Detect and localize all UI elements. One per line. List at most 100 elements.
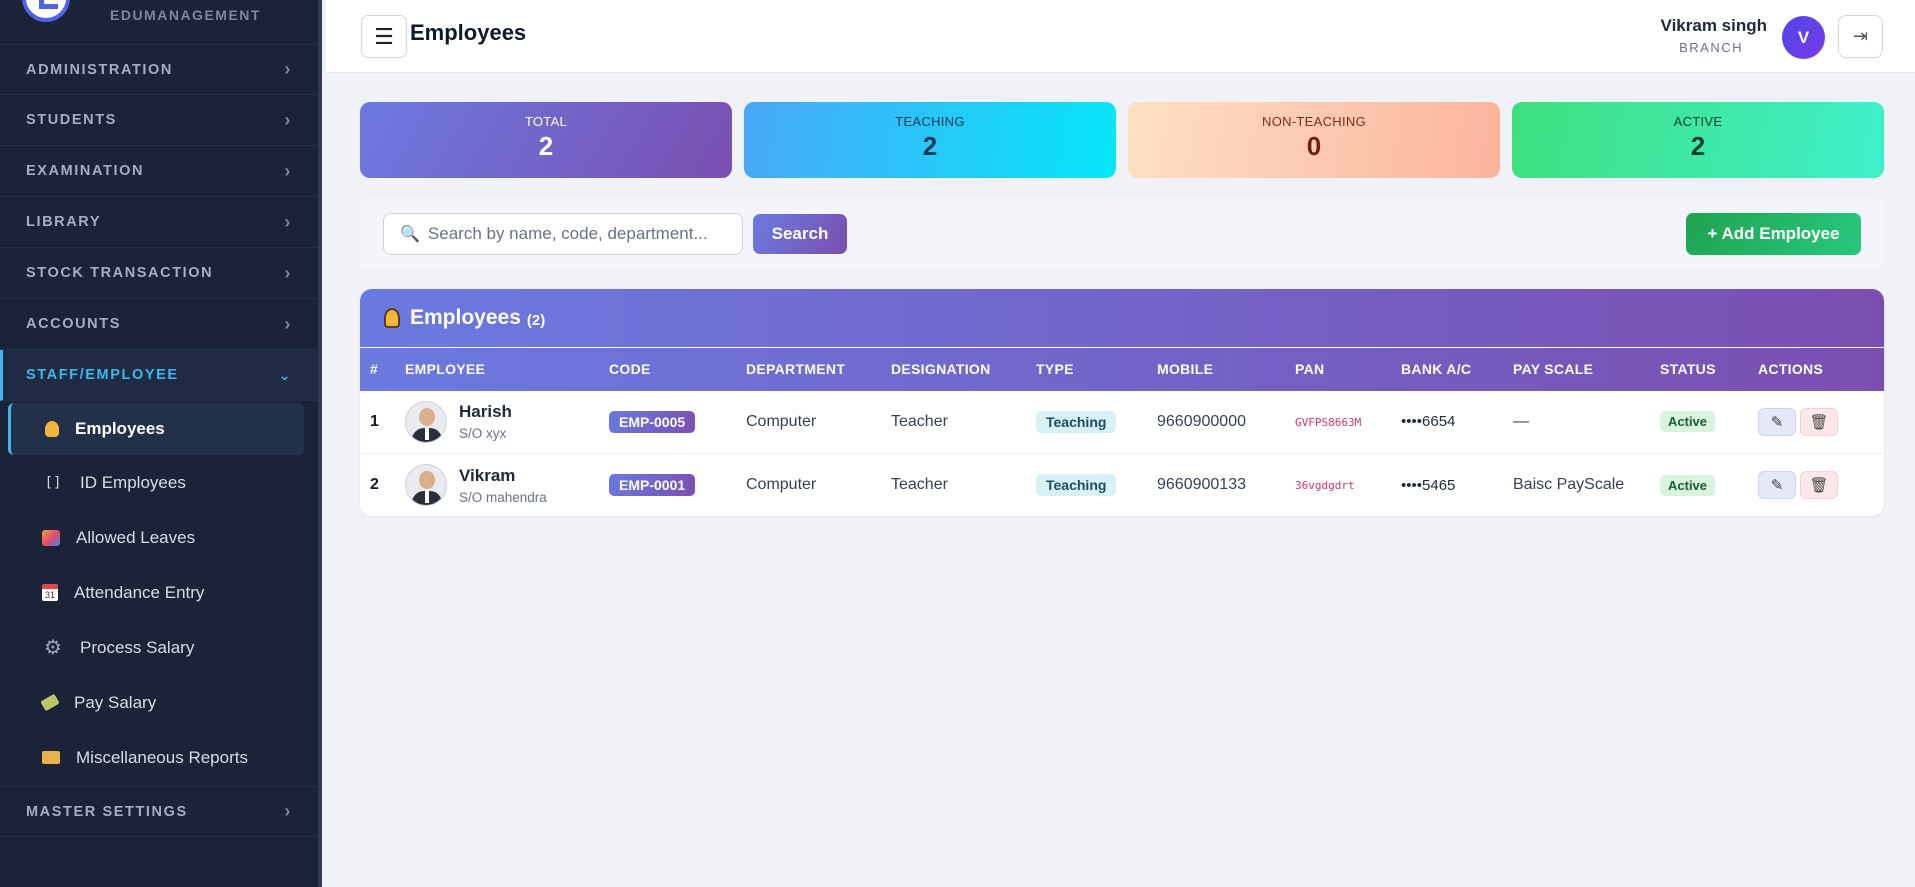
code-cell: EMP-0001 <box>599 454 736 517</box>
top-header: ☰ Employees Vikram singh BRANCH V ⇥ <box>326 0 1915 73</box>
sidebar-item-allowed-leaves[interactable]: Allowed Leaves <box>0 510 318 565</box>
chevron-right-icon: › <box>284 59 292 79</box>
stat-value: 0 <box>1306 131 1322 161</box>
delete-button[interactable]: 🗑 <box>1800 407 1838 436</box>
employee-icon <box>384 308 400 328</box>
stat-label: TOTAL <box>524 114 568 129</box>
stat-label: NON-TEACHING <box>1262 114 1366 129</box>
pan-value: 36vgdgdrt <box>1295 479 1355 492</box>
department-cell: Computer <box>746 412 817 430</box>
type-cell: Teaching <box>1026 391 1147 454</box>
employee-photo <box>405 400 447 443</box>
sidebar-section-examination[interactable]: EXAMINATION › <box>0 146 318 197</box>
table-header-row: # EMPLOYEE CODE DEPARTMENT DESIGNATION T… <box>360 347 1884 391</box>
sidebar-section-label: STOCK TRANSACTION <box>26 265 214 281</box>
column-header: ACTIONS <box>1758 361 1824 378</box>
sidebar-section-master-settings[interactable]: MASTER SETTINGS › <box>0 786 318 837</box>
pan-cell: 36vgdgdrt <box>1285 454 1391 517</box>
table-row[interactable]: 1 Harish S/O xyx EMP-0005 Computer Teach… <box>360 391 1884 454</box>
trash-icon: 🗑 <box>1809 477 1829 494</box>
sidebar-item-label: Process Salary <box>80 637 195 657</box>
sidebar-section-staff-employee[interactable]: STAFF/EMPLOYEE ⌄ <box>0 350 318 401</box>
employee-name: Harish <box>459 402 512 422</box>
pan-cell: GVFPS8663M <box>1285 391 1391 454</box>
edit-button[interactable]: ✎ <box>1758 471 1796 499</box>
row-number: 1 <box>370 412 379 430</box>
table-count: (2) <box>526 311 546 329</box>
brand-logo[interactable] <box>22 0 70 22</box>
actions-cell: ✎ 🗑 <box>1748 391 1884 454</box>
stat-card-non-teaching: NON-TEACHING 0 <box>1128 102 1500 178</box>
sidebar-section-library[interactable]: LIBRARY › <box>0 197 318 248</box>
employees-table: # EMPLOYEE CODE DEPARTMENT DESIGNATION T… <box>360 347 1884 516</box>
picture-icon <box>42 529 60 546</box>
status-badge: Active <box>1660 411 1716 433</box>
sidebar-item-employees[interactable]: Employees <box>8 403 304 455</box>
column-header: # <box>370 361 379 378</box>
add-employee-button[interactable]: + Add Employee <box>1686 213 1861 255</box>
mobile-cell: 9660900000 <box>1157 412 1246 430</box>
code-cell: EMP-0005 <box>599 391 736 454</box>
stat-label: TEACHING <box>895 114 965 129</box>
calendar-icon: 31 <box>42 584 58 601</box>
hamburger-icon: ☰ <box>374 23 394 49</box>
table-card-header: Employees (2) <box>360 289 1884 347</box>
bank-cell: ••••6654 <box>1401 413 1456 431</box>
sidebar: EDUMANAGEMENT ADMINISTRATION › STUDENTS … <box>0 0 322 887</box>
column-header: PAN <box>1295 361 1325 378</box>
gear-icon: ⚙ <box>44 637 62 659</box>
mobile-cell: 9660900133 <box>1157 476 1246 493</box>
sidebar-item-label: Pay Salary <box>74 692 157 712</box>
designation-cell: Teacher <box>891 412 948 430</box>
trash-icon: 🗑 <box>1809 413 1829 431</box>
sidebar-section-stock-transaction[interactable]: STOCK TRANSACTION › <box>0 248 318 299</box>
folder-icon <box>42 751 60 764</box>
type-cell: Teaching <box>1026 454 1147 517</box>
employee-cell: Harish S/O xyx <box>395 391 599 454</box>
pan-value: GVFPS8663M <box>1295 415 1362 429</box>
table-row[interactable]: 2 Vikram S/O mahendra EMP-0001 Computer … <box>360 454 1884 517</box>
search-input[interactable]: 🔍 Search by name, code, department... <box>383 213 743 255</box>
employee-relation: S/O xyx <box>459 426 507 442</box>
sidebar-section-accounts[interactable]: ACCOUNTS › <box>0 299 318 350</box>
search-placeholder: Search by name, code, department... <box>427 224 708 243</box>
sidebar-section-label: ACCOUNTS <box>26 316 121 332</box>
edit-button[interactable]: ✎ <box>1758 407 1796 436</box>
type-badge: Teaching <box>1036 474 1117 496</box>
pencil-icon: ✎ <box>1770 477 1784 494</box>
stat-value: 2 <box>1690 131 1706 161</box>
chevron-right-icon: › <box>284 313 292 334</box>
sidebar-section-administration[interactable]: ADMINISTRATION › <box>0 44 318 95</box>
user-role: BRANCH <box>1679 40 1743 55</box>
sidebar-item-label: ID Employees <box>80 472 186 492</box>
avatar[interactable]: V <box>1782 16 1825 59</box>
stat-card-active: ACTIVE 2 <box>1512 102 1884 178</box>
code-badge: EMP-0001 <box>609 474 696 496</box>
sidebar-item-label: Attendance Entry <box>74 582 205 602</box>
stat-value: 2 <box>538 131 554 161</box>
status-badge: Active <box>1660 474 1716 496</box>
sidebar-item-miscellaneous-reports[interactable]: Miscellaneous Reports <box>0 730 318 785</box>
user-name: Vikram singh <box>1660 16 1767 35</box>
menu-toggle-button[interactable]: ☰ <box>361 15 407 58</box>
delete-button[interactable]: 🗑 <box>1800 471 1838 499</box>
column-header: STATUS <box>1660 361 1716 378</box>
pay-scale-cell: Baisc PayScale <box>1513 476 1625 493</box>
column-header: CODE <box>609 361 651 378</box>
logout-icon: ⇥ <box>1852 26 1869 46</box>
designation-cell: Teacher <box>891 476 948 493</box>
employee-relation: S/O mahendra <box>459 489 547 505</box>
column-header: EMPLOYEE <box>405 361 486 378</box>
logout-button[interactable]: ⇥ <box>1838 15 1883 58</box>
sidebar-section-students[interactable]: STUDENTS › <box>0 95 318 146</box>
search-button[interactable]: Search <box>753 214 847 254</box>
sidebar-item-pay-salary[interactable]: Pay Salary <box>0 675 318 730</box>
page-title: Employees <box>410 20 527 45</box>
sidebar-item-attendance-entry[interactable]: 31 Attendance Entry <box>0 565 318 620</box>
sidebar-section-label: LIBRARY <box>26 214 102 230</box>
sidebar-item-id-employees[interactable]: [] ID Employees <box>0 455 318 510</box>
employee-photo <box>405 464 447 506</box>
sidebar-item-process-salary[interactable]: ⚙ Process Salary <box>0 620 318 675</box>
chevron-right-icon: › <box>284 262 292 283</box>
column-header: DEPARTMENT <box>746 361 846 378</box>
